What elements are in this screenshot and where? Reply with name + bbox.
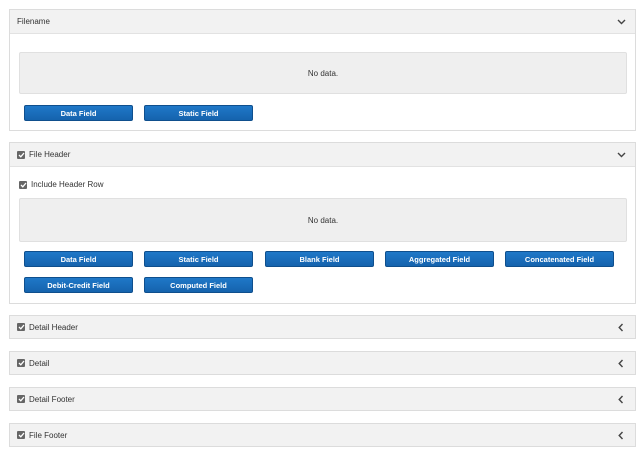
- fh-aggregated-field-button[interactable]: Aggregated Field: [385, 251, 494, 267]
- fh-blank-field-button[interactable]: Blank Field: [265, 251, 374, 267]
- checkbox-checked-icon[interactable]: [19, 180, 27, 189]
- detail-panel-header[interactable]: Detail: [10, 352, 635, 374]
- fh-data-field-button[interactable]: Data Field: [24, 251, 133, 267]
- filename-static-field-button[interactable]: Static Field: [144, 105, 253, 121]
- filename-nodata: No data.: [19, 52, 627, 94]
- chevron-down-icon[interactable]: [615, 149, 627, 161]
- filename-panel-header[interactable]: Filename: [10, 10, 635, 34]
- filename-data-field-button[interactable]: Data Field: [24, 105, 133, 121]
- checkbox-checked-icon[interactable]: [17, 359, 25, 367]
- file-header-nodata: No data.: [19, 198, 627, 242]
- checkbox-checked-icon[interactable]: [17, 150, 25, 159]
- detail-header-panel-title: Detail Header: [29, 322, 78, 332]
- detail-footer-panel-title: Detail Footer: [29, 394, 75, 404]
- file-header-panel-title: File Header: [29, 150, 71, 159]
- chevron-left-icon[interactable]: [615, 357, 627, 369]
- fh-concatenated-field-button[interactable]: Concatenated Field: [505, 251, 614, 267]
- file-footer-panel-header[interactable]: File Footer: [10, 424, 635, 446]
- fh-debit-credit-field-button[interactable]: Debit-Credit Field: [24, 277, 133, 293]
- file-footer-panel-title: File Footer: [29, 430, 68, 440]
- detail-footer-panel[interactable]: Detail Footer: [9, 387, 636, 411]
- checkbox-checked-icon[interactable]: [17, 395, 25, 403]
- chevron-left-icon[interactable]: [615, 321, 627, 333]
- detail-panel-title: Detail: [29, 358, 50, 368]
- file-footer-panel[interactable]: File Footer: [9, 423, 636, 447]
- file-header-panel-header[interactable]: File Header: [10, 143, 635, 167]
- detail-footer-panel-header[interactable]: Detail Footer: [10, 388, 635, 410]
- file-header-panel: File Header Include Header Row No data. …: [9, 142, 636, 304]
- filename-panel-title: Filename: [17, 17, 50, 26]
- chevron-down-icon[interactable]: [615, 16, 627, 28]
- checkbox-checked-icon[interactable]: [17, 431, 25, 439]
- detail-panel[interactable]: Detail: [9, 351, 636, 375]
- fh-static-field-button[interactable]: Static Field: [144, 251, 253, 267]
- filename-panel: Filename No data. Data Field Static Fiel…: [9, 9, 636, 131]
- fh-computed-field-button[interactable]: Computed Field: [144, 277, 253, 293]
- chevron-left-icon[interactable]: [615, 429, 627, 441]
- include-header-row-label: Include Header Row: [31, 180, 104, 189]
- detail-header-panel[interactable]: Detail Header: [9, 315, 636, 339]
- checkbox-checked-icon[interactable]: [17, 323, 25, 331]
- include-header-row[interactable]: Include Header Row: [19, 180, 103, 189]
- chevron-left-icon[interactable]: [615, 393, 627, 405]
- detail-header-panel-header[interactable]: Detail Header: [10, 316, 635, 338]
